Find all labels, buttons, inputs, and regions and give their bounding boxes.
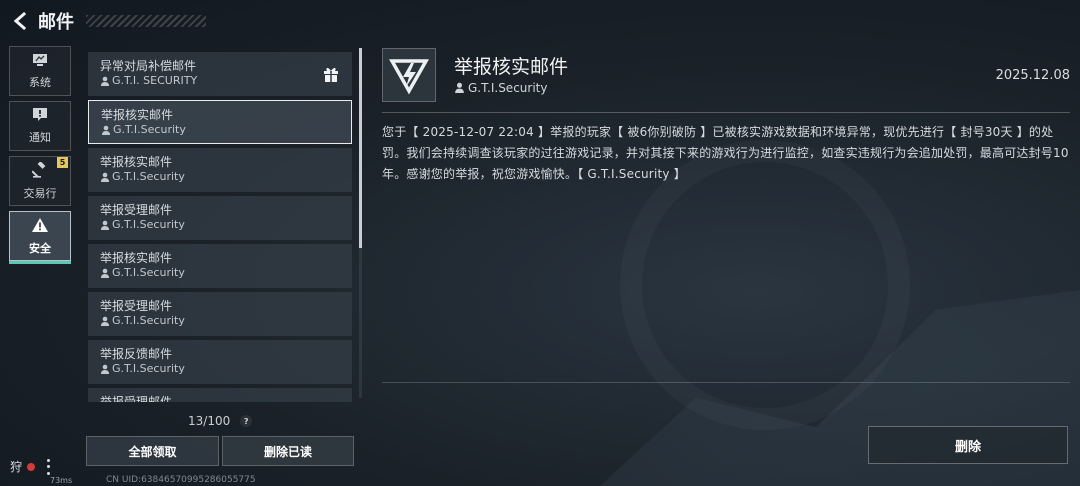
mail-subject: 举报核实邮件 xyxy=(100,251,173,265)
mail-item[interactable]: 举报受理邮件 G.T.I.Security xyxy=(88,292,352,336)
warning-icon xyxy=(31,217,49,237)
mail-item[interactable]: 异常对局补偿邮件 G.T.I. SECURITY xyxy=(88,52,352,96)
mail-date: 2025.12.08 xyxy=(995,68,1070,83)
mail-list: 异常对局补偿邮件 G.T.I. SECURITY 举报核实邮件 G.T.I.Se… xyxy=(88,52,352,402)
person-icon xyxy=(100,220,110,230)
mail-item[interactable]: 举报受理邮件 xyxy=(88,388,352,402)
person-icon xyxy=(100,268,110,278)
mail-count: 13/100 xyxy=(188,414,231,428)
record-dot-icon xyxy=(27,462,36,471)
mail-sender-name: G.T.I.Security xyxy=(112,266,185,279)
scrollbar-thumb[interactable] xyxy=(359,48,362,248)
gift-icon xyxy=(322,65,340,83)
alert-box-icon xyxy=(32,107,48,126)
mail-item[interactable]: 举报受理邮件 G.T.I.Security xyxy=(88,196,352,240)
delete-read-button[interactable]: 删除已读 xyxy=(222,436,354,466)
detail-divider xyxy=(382,112,1070,113)
hunt-label: 狩 xyxy=(10,460,23,474)
header: 邮件 xyxy=(10,8,206,34)
security-logo-icon xyxy=(382,48,436,102)
mail-list-scrollbar[interactable] xyxy=(359,48,362,398)
mail-sender-name: G.T.I.Security xyxy=(112,170,185,183)
page-title: 邮件 xyxy=(38,12,74,33)
mail-title: 举报核实邮件 xyxy=(454,56,569,78)
delete-button[interactable]: 删除 xyxy=(868,426,1068,464)
mail-sender: G.T.I. SECURITY xyxy=(100,74,340,88)
mail-sender-name: G.T.I.Security xyxy=(112,314,185,327)
nav-label: 安全 xyxy=(29,241,51,255)
nav-badge: 5 xyxy=(57,157,68,168)
mail-subject: 举报受理邮件 xyxy=(100,395,173,402)
help-icon[interactable]: ? xyxy=(240,415,253,427)
person-icon xyxy=(100,76,110,86)
gavel-icon xyxy=(31,160,48,182)
person-icon xyxy=(100,364,110,374)
mail-detail-sender-name: G.T.I.Security xyxy=(468,81,548,95)
mail-subject: 异常对局补偿邮件 xyxy=(100,59,197,73)
mail-counter: 13/100 ? xyxy=(188,414,253,428)
mail-sender: G.T.I.Security xyxy=(101,123,339,137)
mail-sender: G.T.I.Security xyxy=(100,362,340,376)
nav-label: 通知 xyxy=(29,131,51,144)
nav-label: 系统 xyxy=(29,76,51,89)
mail-item[interactable]: 举报核实邮件 G.T.I.Security xyxy=(88,100,352,144)
category-nav: 系统 通知 5 交易行 安全 xyxy=(9,46,71,266)
mail-sender-name: G.T.I.Security xyxy=(113,123,186,136)
detail-divider-bottom xyxy=(382,382,1070,383)
player-uid: CN UID:63846570995286055775 xyxy=(106,475,256,485)
mail-item[interactable]: 举报核实邮件 G.T.I.Security xyxy=(88,244,352,288)
mail-sender: G.T.I.Security xyxy=(100,314,340,328)
more-icon[interactable] xyxy=(47,458,51,475)
person-icon xyxy=(100,316,110,326)
nav-item-trade[interactable]: 5 交易行 xyxy=(9,156,71,206)
ping-readout: 73ms xyxy=(50,476,73,485)
mail-subject: 举报受理邮件 xyxy=(100,203,173,217)
mail-sender-name: G.T.I. SECURITY xyxy=(112,74,198,87)
person-icon xyxy=(101,125,111,135)
mail-item[interactable]: 举报核实邮件 G.T.I.Security xyxy=(88,148,352,192)
mail-detail-header: 举报核实邮件 G.T.I.Security 2025.12.08 xyxy=(382,48,1072,104)
person-icon xyxy=(454,82,466,94)
mail-detail-sender: G.T.I.Security xyxy=(454,81,547,95)
nav-label: 交易行 xyxy=(23,186,57,200)
status-bar: 狩 xyxy=(10,458,51,475)
mail-sender: G.T.I.Security xyxy=(100,170,340,184)
mail-body: 您于【 2025-12-07 22:04 】举报的玩家【 被6你别破防 】已被核… xyxy=(382,125,1069,181)
nav-item-security[interactable]: 安全 xyxy=(9,211,71,264)
person-icon xyxy=(100,172,110,182)
mail-item[interactable]: 举报反馈邮件 G.T.I.Security xyxy=(88,340,352,384)
mail-subject: 举报核实邮件 xyxy=(100,155,173,169)
mail-sender: G.T.I.Security xyxy=(100,218,340,232)
mail-subject: 举报反馈邮件 xyxy=(100,347,173,361)
back-arrow-icon[interactable] xyxy=(10,10,32,32)
monitor-icon xyxy=(32,52,48,71)
mail-subject: 举报受理邮件 xyxy=(100,299,173,313)
mail-sender-name: G.T.I.Security xyxy=(112,362,185,375)
title-decoration xyxy=(86,15,206,27)
nav-item-system[interactable]: 系统 xyxy=(9,46,71,96)
mail-sender-name: G.T.I.Security xyxy=(112,218,185,231)
claim-all-button[interactable]: 全部领取 xyxy=(86,436,219,466)
nav-item-notice[interactable]: 通知 xyxy=(9,101,71,151)
mail-subject: 举报核实邮件 xyxy=(101,108,174,122)
mail-sender: G.T.I.Security xyxy=(100,266,340,280)
